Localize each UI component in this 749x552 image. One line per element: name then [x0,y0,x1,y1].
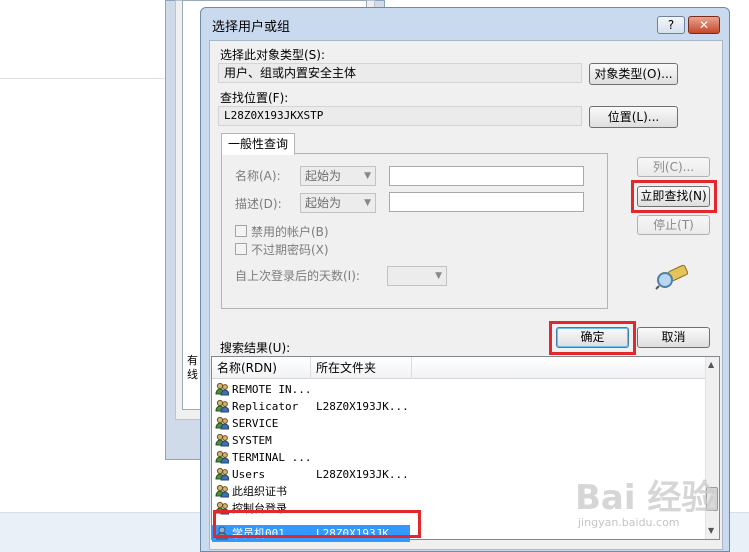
group-icon [215,467,229,481]
result-name: Users [232,468,266,481]
dialog-title: 选择用户或组 [212,20,291,35]
locations-button[interactable]: 位置(L)... [589,106,678,128]
disabled-accounts-checkbox[interactable] [235,225,247,237]
stop-button[interactable]: 停止(T) [637,215,710,235]
days-since-logon-select[interactable]: ▼ [387,266,447,286]
result-name: SYSTEM [232,434,272,447]
page-divider [0,78,165,79]
days-since-logon-label: 自上次登录后的天数(I): [235,269,360,283]
column-separator[interactable] [411,357,412,379]
result-name: TERMINAL ... [232,451,312,464]
object-type-label: 选择此对象类型(S): [220,48,326,62]
watermark-logo: Bai 经验 [575,478,716,518]
column-header-folder[interactable]: 所在文件夹 [316,357,376,379]
name-mode-value: 起始为 [305,169,342,183]
result-name: SERVICE [232,417,279,430]
description-mode-value: 起始为 [305,196,342,210]
result-row[interactable]: Replicator L28Z0X193JK... [212,398,705,415]
group-icon [215,450,229,464]
group-icon [215,433,229,447]
description-input[interactable] [389,192,584,212]
result-row[interactable]: TERMINAL ... [212,449,705,466]
cancel-button[interactable]: 取消 [637,327,710,348]
description-label: 描述(D): [235,197,282,211]
location-label: 查找位置(F): [220,91,289,105]
result-row[interactable]: SYSTEM [212,432,705,449]
non-expiring-password-checkbox[interactable] [235,243,247,255]
non-expiring-password-label: 不过期密码(X) [251,243,329,257]
columns-button[interactable]: 列(C)... [637,157,710,177]
ok-highlight [549,321,636,355]
search-binoculars-icon [655,264,689,290]
description-mode-select[interactable]: 起始为 ▼ [300,193,376,213]
chevron-down-icon: ▼ [364,171,371,181]
result-folder: L28Z0X193JK... [316,468,409,481]
group-icon [215,484,229,498]
column-header-name[interactable]: 名称(RDN) [217,357,277,379]
name-label: 名称(A): [235,169,281,183]
name-input[interactable] [389,166,584,186]
results-header [212,357,705,379]
watermark-url: jingyan.baidu.com [578,516,680,529]
close-button[interactable]: ✕ [688,16,720,34]
background-side-text: 有线 [187,354,198,381]
result-name: REMOTE IN... [232,383,312,396]
name-mode-select[interactable]: 起始为 ▼ [300,166,376,186]
tab-general-query[interactable]: 一般性查询 [221,133,295,155]
group-icon [215,399,229,413]
result-folder: L28Z0X193JK... [316,400,409,413]
selected-user-highlight [213,510,421,538]
chevron-down-icon: ▼ [435,271,442,281]
scroll-up-arrow-icon[interactable]: ▲ [708,360,714,369]
disabled-accounts-label: 禁用的帐户(B) [251,225,329,239]
scroll-down-arrow-icon[interactable]: ▼ [708,526,714,535]
object-type-field: 用户、组或内置安全主体 [218,63,582,83]
search-results-label: 搜索结果(U): [220,341,291,355]
result-name: Replicator [232,400,299,413]
object-types-button[interactable]: 对象类型(O)... [589,63,678,85]
find-now-highlight [631,180,717,213]
result-row[interactable]: REMOTE IN... [212,381,705,398]
chevron-down-icon: ▼ [364,198,371,208]
location-field: L28Z0X193JKXSTP [218,106,582,126]
group-icon [215,416,229,430]
column-separator[interactable] [310,357,311,379]
result-row[interactable]: SERVICE [212,415,705,432]
group-icon [215,382,229,396]
help-button[interactable]: ? [657,16,685,34]
result-name: 此组织证书 [232,485,287,498]
